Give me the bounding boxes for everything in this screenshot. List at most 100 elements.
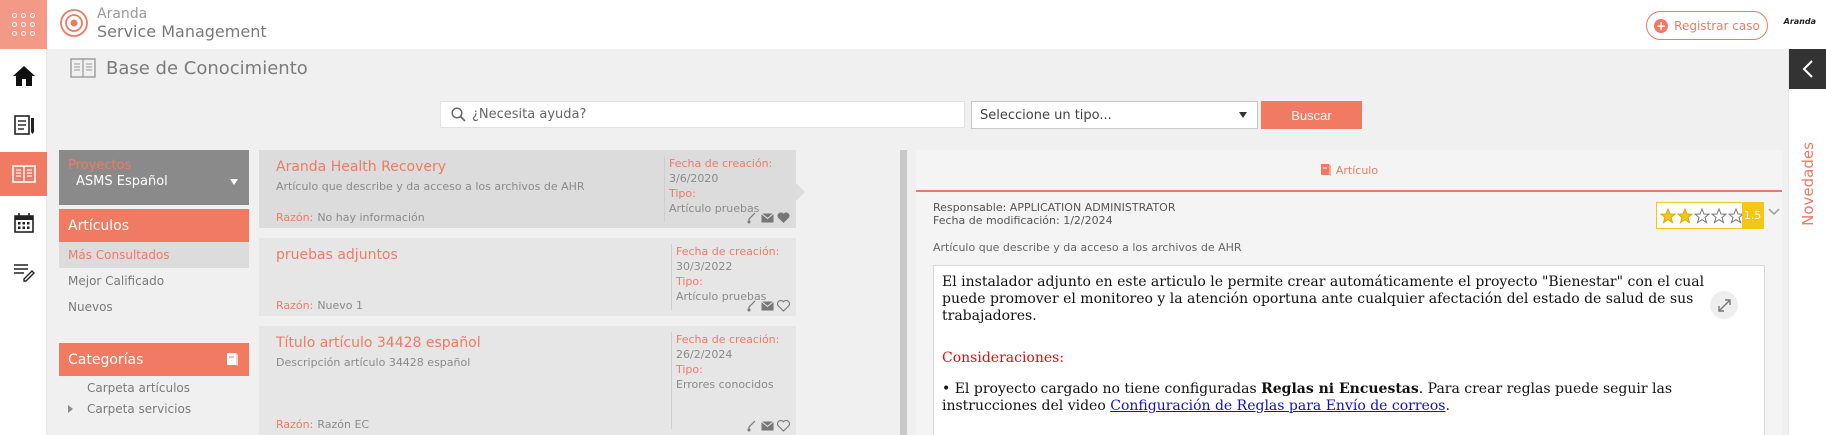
- star-filled-icon[interactable]: [1660, 207, 1676, 224]
- search-field[interactable]: [440, 101, 965, 128]
- product-name: Service Management: [97, 22, 267, 41]
- list-scrollbar[interactable]: [900, 150, 907, 435]
- article-paragraph: El instalador adjunto en este articulo l…: [942, 274, 1705, 324]
- expand-arrow-icon[interactable]: [68, 405, 73, 413]
- star-empty-icon[interactable]: [1711, 207, 1727, 224]
- dropdown-arrow-icon: [230, 179, 238, 185]
- chevron-down-icon[interactable]: [1768, 208, 1780, 216]
- star-filled-icon[interactable]: [1677, 207, 1693, 224]
- article-content: El instalador adjunto en este articulo l…: [933, 265, 1765, 435]
- home-button[interactable]: [0, 54, 47, 98]
- category-item[interactable]: Carpeta servicios: [59, 399, 249, 419]
- search-icon: [451, 107, 466, 122]
- article-description: Artículo que describe y da acceso a los …: [276, 180, 585, 193]
- article-card[interactable]: Aranda Health Recovery Artículo que desc…: [259, 150, 805, 228]
- expand-icon: [1717, 298, 1731, 312]
- article-detail-panel: Artículo Responsable: APPLICATION ADMINI…: [916, 150, 1782, 435]
- knowledge-base-title-icon: [70, 58, 96, 78]
- categories-section-header[interactable]: Categorías: [59, 343, 249, 376]
- apps-grid-icon: [12, 13, 35, 36]
- attachment-icon[interactable]: [746, 212, 758, 224]
- register-case-button[interactable]: + Registrar caso: [1646, 11, 1768, 40]
- attachment-icon[interactable]: [746, 300, 758, 312]
- articles-section-label: Artículos: [68, 217, 130, 234]
- knowledge-base-icon: [11, 165, 36, 183]
- search-input[interactable]: [472, 107, 932, 122]
- selected-pointer: [795, 182, 805, 202]
- favorite-heart-filled-icon[interactable]: [777, 212, 790, 224]
- brand-name: Aranda: [97, 6, 148, 22]
- search-button[interactable]: Buscar: [1261, 101, 1362, 129]
- plus-icon: +: [1654, 18, 1669, 33]
- reports-button[interactable]: [0, 250, 47, 294]
- project-value: ASMS Español: [76, 174, 168, 189]
- article-card[interactable]: pruebas adjuntos Razón: Nuevo 1 Fecha de …: [259, 238, 796, 316]
- article-reason: Razón: No hay información: [276, 211, 425, 224]
- page-title: Base de Conocimiento: [70, 57, 308, 79]
- collapse-sidebar-button[interactable]: [1789, 49, 1826, 89]
- article-card[interactable]: Título artículo 34428 español Descripció…: [259, 326, 796, 435]
- star-empty-icon[interactable]: [1694, 207, 1710, 224]
- nav-most-viewed[interactable]: Más Consultados: [59, 242, 249, 268]
- articles-section-header[interactable]: Artículos: [59, 209, 249, 242]
- rating-stars[interactable]: [1657, 207, 1744, 224]
- article-tab-label: Artículo: [1335, 163, 1379, 177]
- left-rail: [0, 0, 47, 435]
- rules-config-link[interactable]: Configuración de Reglas para Envío de co…: [1110, 398, 1445, 414]
- news-tab[interactable]: Novedades: [1792, 109, 1824, 259]
- article-detail-description: Artículo que describe y da acceso a los …: [933, 241, 1242, 254]
- article-reason: Razón: Razón EC: [276, 418, 370, 431]
- corner-logo: Aranda: [1783, 17, 1816, 26]
- aranda-logo-icon: [60, 9, 88, 37]
- document-list-icon: [13, 115, 34, 135]
- article-tab[interactable]: Artículo: [916, 150, 1782, 192]
- article-bullet: • El proyecto cargado no tiene configura…: [942, 381, 1673, 414]
- article-description: Descripción artículo 34428 español: [276, 356, 471, 369]
- dropdown-arrow-icon: [1239, 112, 1247, 118]
- responsible-text: Responsable: APPLICATION ADMINISTRATOR: [933, 201, 1176, 214]
- category-item-label: Carpeta servicios: [87, 402, 192, 416]
- article-actions: [746, 300, 790, 312]
- type-select-value: Seleccione un tipo...: [980, 107, 1112, 123]
- news-sidebar: Novedades: [1788, 49, 1826, 435]
- nav-newest[interactable]: Nuevos: [59, 294, 249, 320]
- brand-logo[interactable]: Aranda Service Management: [59, 6, 267, 40]
- favorite-heart-outline-icon[interactable]: [777, 300, 790, 312]
- book-icon: [226, 353, 238, 366]
- knowledge-base-button[interactable]: [0, 152, 47, 196]
- calendar-icon: [13, 213, 34, 233]
- workspace: Base de Conocimiento Seleccione un tipo.…: [47, 49, 1788, 435]
- mail-icon[interactable]: [761, 301, 774, 311]
- cases-button[interactable]: [0, 103, 47, 147]
- nav-best-rated[interactable]: Mejor Calificado: [59, 268, 249, 294]
- considerations-heading: Consideraciones:: [942, 350, 1065, 366]
- mail-icon[interactable]: [761, 213, 774, 223]
- project-selector[interactable]: Proyectos ASMS Español: [59, 150, 249, 205]
- categories-section-label: Categorías: [68, 351, 144, 368]
- mail-icon[interactable]: [761, 421, 774, 431]
- attachment-icon[interactable]: [746, 420, 758, 432]
- type-select[interactable]: Seleccione un tipo...: [971, 101, 1258, 129]
- favorite-heart-outline-icon[interactable]: [777, 420, 790, 432]
- calendar-button[interactable]: [0, 201, 47, 245]
- apps-menu-button[interactable]: [0, 0, 47, 49]
- category-item[interactable]: Carpeta artículos: [59, 378, 249, 398]
- article-info: Responsable: APPLICATION ADMINISTRATOR F…: [933, 201, 1175, 227]
- article-actions: [746, 420, 790, 432]
- category-item-label: Carpeta artículos: [87, 381, 190, 395]
- news-label: Novedades: [1799, 142, 1818, 226]
- page-title-text: Base de Conocimiento: [106, 57, 308, 79]
- article-title[interactable]: Aranda Health Recovery: [276, 159, 446, 175]
- projects-label: Proyectos: [68, 158, 132, 173]
- article-title[interactable]: pruebas adjuntos: [276, 247, 398, 263]
- modified-date-text: Fecha de modificación: 1/2/2024: [933, 214, 1113, 227]
- article-meta: Fecha de creación: 26/2/2024 Tipo: Error…: [671, 332, 779, 429]
- article-actions: [746, 212, 790, 224]
- register-case-label: Registrar caso: [1674, 18, 1760, 33]
- stack-edit-icon: [13, 264, 35, 282]
- article-title[interactable]: Título artículo 34428 español: [276, 335, 481, 351]
- article-reason: Razón: Nuevo 1: [276, 299, 364, 312]
- top-header: Aranda Service Management + Registrar ca…: [47, 0, 1826, 49]
- rating-widget[interactable]: 1.5: [1656, 202, 1764, 229]
- expand-button[interactable]: [1710, 291, 1738, 319]
